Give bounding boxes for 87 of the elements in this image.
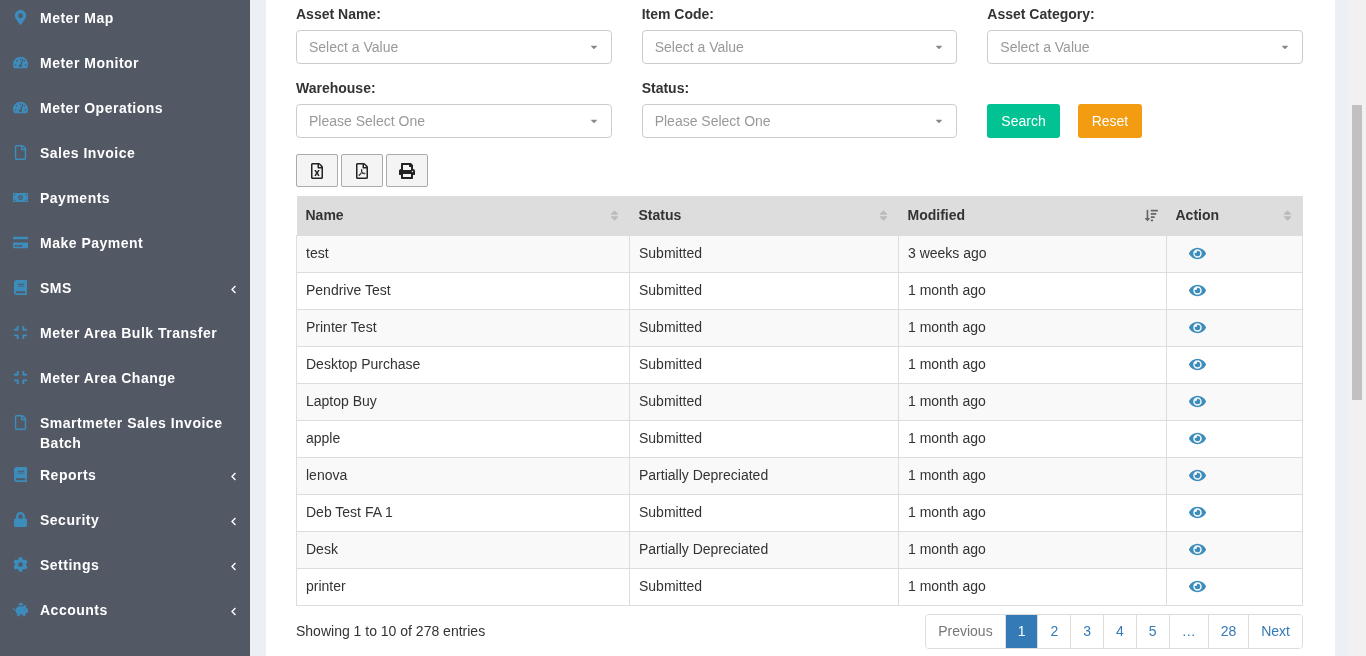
compress-icon: [13, 370, 28, 385]
view-icon[interactable]: [1189, 282, 1206, 299]
sidebar-item[interactable]: Make Payment: [0, 227, 250, 272]
table-cell: 1 month ago: [898, 494, 1167, 531]
sidebar-item[interactable]: Meter Map: [0, 2, 250, 47]
table-cell: 3 weeks ago: [898, 235, 1167, 272]
gauge-icon: [13, 100, 28, 115]
sidebar-item[interactable]: Security: [0, 504, 250, 549]
credit-card-icon: [13, 235, 28, 250]
entries-info: Showing 1 to 10 of 278 entries: [296, 621, 486, 641]
table-cell: Submitted: [629, 235, 899, 272]
table-cell: printer: [296, 568, 630, 605]
column-header[interactable]: Status: [629, 196, 899, 235]
table-cell: 1 month ago: [898, 531, 1167, 568]
sidebar-item[interactable]: Meter Area Change: [0, 362, 250, 407]
table-cell: Submitted: [629, 272, 899, 309]
table-cell: Laptop Buy: [296, 383, 630, 420]
banknote-icon: [13, 190, 28, 205]
field-label: Item Code:: [641, 5, 715, 24]
pdf-file-icon: [354, 162, 370, 179]
page-link[interactable]: Next: [1248, 614, 1302, 648]
table-cell: 1 month ago: [898, 383, 1167, 420]
table-cell: Desktop Purchase: [296, 346, 630, 383]
gauge-icon: [13, 55, 28, 70]
field-label: Warehouse:: [296, 79, 377, 98]
book-icon: [13, 280, 28, 295]
table-cell: 1 month ago: [898, 309, 1167, 346]
table-cell: 1 month ago: [898, 420, 1167, 457]
view-icon[interactable]: [1189, 541, 1206, 558]
spreadsheet-file-icon: [309, 162, 325, 179]
field-label: Status:: [641, 79, 691, 98]
table-cell: Submitted: [629, 494, 899, 531]
column-header[interactable]: Name: [296, 196, 630, 235]
table-cell: Submitted: [629, 309, 899, 346]
table-cell: test: [296, 235, 630, 272]
compress-icon: [13, 325, 28, 340]
table-cell: Submitted: [629, 346, 899, 383]
table-cell: apple: [296, 420, 630, 457]
field-label: Asset Category:: [987, 5, 1096, 24]
sidebar-item[interactable]: Meter Monitor: [0, 47, 250, 92]
view-icon[interactable]: [1189, 393, 1206, 410]
view-icon[interactable]: [1189, 467, 1206, 484]
sidebar-item[interactable]: Smartmeter Sales Invoice Batch: [0, 407, 250, 459]
piggy-bank-icon: [13, 602, 28, 617]
view-icon[interactable]: [1189, 356, 1206, 373]
table-cell: Partially Depreciated: [629, 531, 899, 568]
table-cell: 1 month ago: [898, 568, 1167, 605]
table-cell: Partially Depreciated: [629, 457, 899, 494]
file-icon: [13, 415, 28, 430]
sidebar-item[interactable]: Settings: [0, 549, 250, 594]
table-cell: Deb Test FA 1: [296, 494, 630, 531]
sidebar-item[interactable]: Meter Area Bulk Transfer: [0, 317, 250, 362]
printer-icon: [399, 162, 415, 179]
scrollbar[interactable]: [1348, 0, 1366, 656]
field-label: Asset Name:: [296, 5, 382, 24]
sidebar-item[interactable]: Accounts: [0, 594, 250, 639]
file-icon: [13, 145, 28, 160]
sidebar-item[interactable]: SMS: [0, 272, 250, 317]
column-header[interactable]: Action: [1166, 196, 1303, 235]
view-icon[interactable]: [1189, 578, 1206, 595]
print-button[interactable]: [386, 154, 428, 187]
excel-export-button[interactable]: [296, 154, 338, 187]
view-icon[interactable]: [1189, 245, 1206, 262]
table-cell: Submitted: [629, 568, 899, 605]
table-cell: 1 month ago: [898, 272, 1167, 309]
pdf-export-button[interactable]: [341, 154, 383, 187]
book-icon: [13, 467, 28, 482]
table-cell: Submitted: [629, 420, 899, 457]
sidebar-item[interactable]: Reports: [0, 459, 250, 504]
sidebar-item[interactable]: Meter Operations: [0, 92, 250, 137]
view-icon[interactable]: [1189, 504, 1206, 521]
table-cell: Pendrive Test: [296, 272, 630, 309]
map-pin-icon: [13, 10, 28, 25]
table-cell: Desk: [296, 531, 630, 568]
table-cell: Submitted: [629, 383, 899, 420]
table-cell: 1 month ago: [898, 346, 1167, 383]
view-icon[interactable]: [1189, 319, 1206, 336]
sidebar-item[interactable]: Payments: [0, 182, 250, 227]
column-header[interactable]: Modified: [898, 196, 1167, 235]
table-cell: Printer Test: [296, 309, 630, 346]
gear-icon: [13, 557, 28, 572]
table-cell: lenova: [296, 457, 630, 494]
lock-icon: [13, 512, 28, 527]
sidebar-item[interactable]: Sales Invoice: [0, 137, 250, 182]
page-link[interactable]: 1: [1004, 614, 1038, 648]
table-cell: 1 month ago: [898, 457, 1167, 494]
view-icon[interactable]: [1189, 430, 1206, 447]
